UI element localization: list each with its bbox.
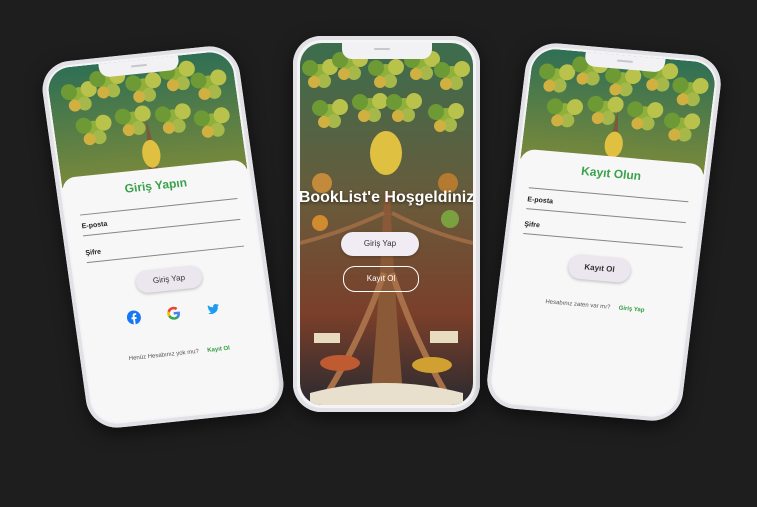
footer-text: Henüz Hesabınız yok mu? — [128, 348, 200, 363]
password-field[interactable]: Şifre — [523, 221, 684, 248]
login-button[interactable]: Giriş Yap — [134, 265, 204, 294]
login-screen: Giriş Yapın E-posta Şifre Giriş Yap Henü… — [45, 50, 281, 424]
social-row — [80, 297, 267, 330]
register-phone: Kayıt Olun E-posta Şifre Kayıt Ol Hesabı… — [483, 40, 725, 424]
google-icon[interactable] — [166, 306, 182, 321]
register-screen: Kayıt Olun E-posta Şifre Kayıt Ol Hesabı… — [490, 47, 718, 417]
register-button[interactable]: Kayıt Ol — [567, 254, 632, 284]
welcome-headline: BookList'e Hoşgeldiniz — [300, 189, 473, 206]
login-link[interactable]: Giriş Yap — [618, 306, 645, 314]
notch — [341, 43, 432, 59]
login-phone: Giriş Yapın E-posta Şifre Giriş Yap Henü… — [38, 43, 288, 431]
register-title: Kayıt Olun — [580, 163, 642, 184]
register-footer: Hesabınız zaten var mı? Giriş Yap — [502, 287, 688, 321]
login-button[interactable]: Giriş Yap — [341, 232, 419, 256]
email-field[interactable]: E-posta — [526, 196, 687, 224]
register-link[interactable]: Kayıt Ol — [207, 346, 230, 354]
welcome-phone: BookList'e Hoşgeldiniz Giriş Yap Kayıt O… — [293, 36, 480, 412]
welcome-screen: BookList'e Hoşgeldiniz Giriş Yap Kayıt O… — [300, 43, 473, 405]
password-label: Şifre — [523, 221, 541, 230]
register-button[interactable]: Kayıt Ol — [343, 266, 419, 292]
tree-artwork — [300, 43, 473, 405]
password-field[interactable]: Şifre — [85, 234, 245, 264]
footer-text: Hesabınız zaten var mı? — [544, 299, 611, 311]
facebook-icon[interactable] — [126, 310, 142, 325]
register-card: Kayıt Olun E-posta Şifre Kayıt Ol Hesabı… — [490, 148, 705, 417]
login-card: Giriş Yapın E-posta Şifre Giriş Yap Henü… — [60, 158, 281, 424]
login-footer: Henüz Hesabınız yok mu? Kayıt Ol — [85, 332, 273, 369]
twitter-icon[interactable] — [206, 301, 222, 316]
